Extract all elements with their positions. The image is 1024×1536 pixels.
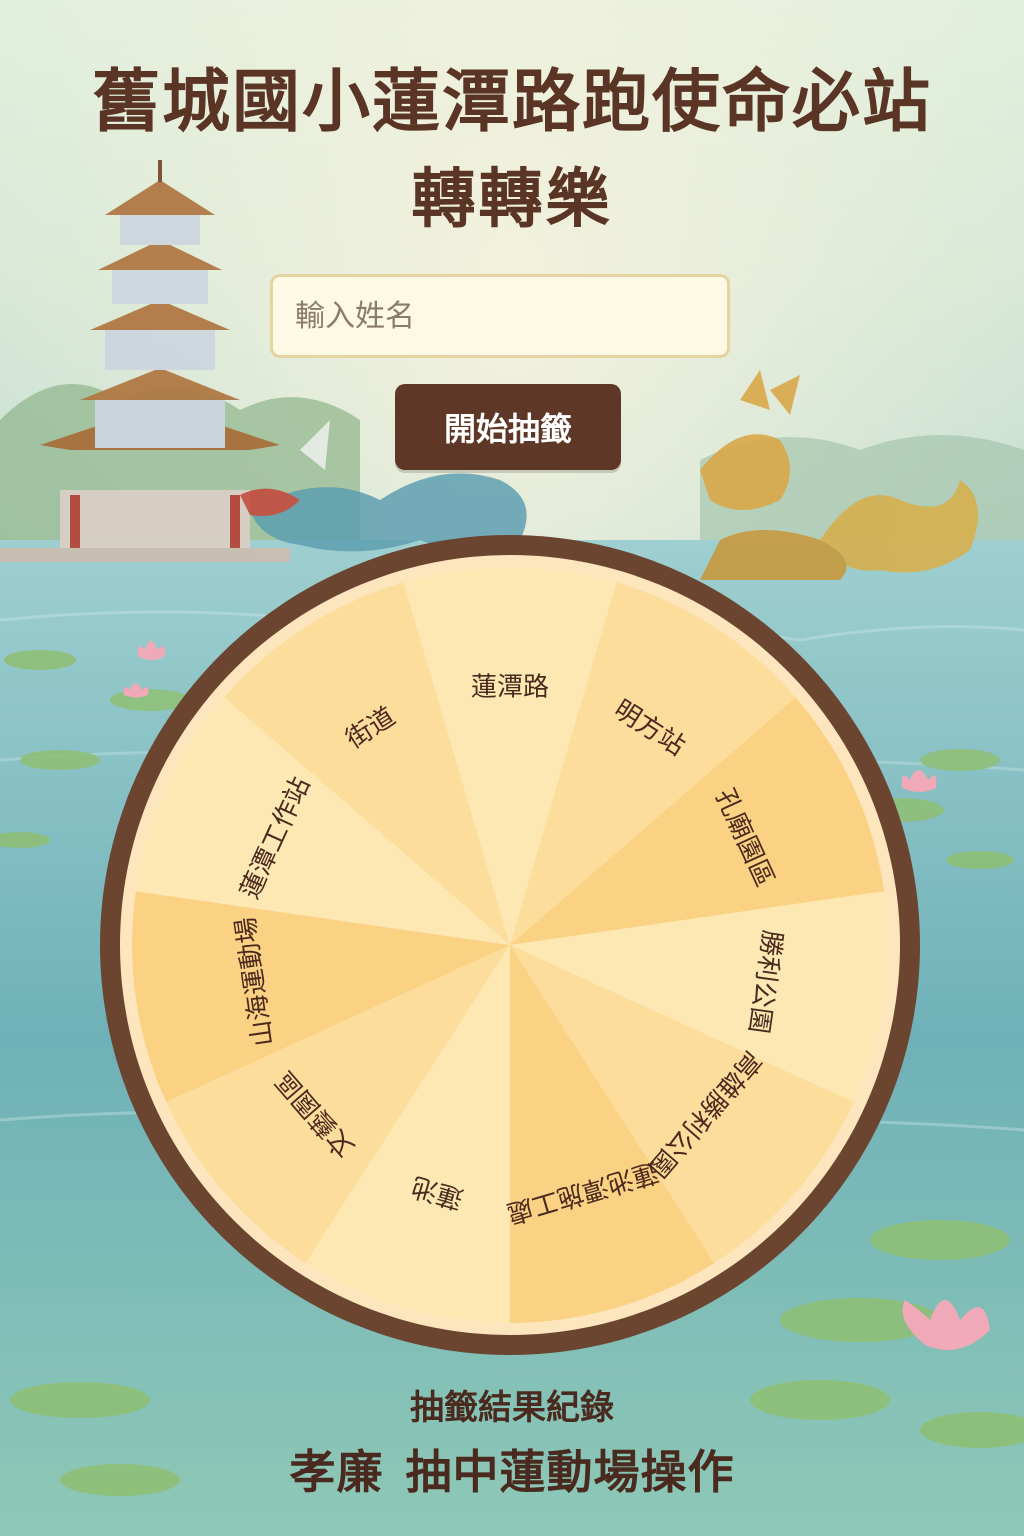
name-input[interactable] — [270, 274, 730, 358]
history-entry-result: 抽中蓮動場操作 — [405, 1445, 735, 1499]
wheel-segment-label: 蓮潭路 — [471, 672, 549, 702]
draw-button[interactable]: 開始抽籤 — [395, 384, 621, 470]
page-title: 舊城國小蓮潭路跑使命必站 — [91, 63, 932, 142]
history-title: 抽籤結果紀錄 — [410, 1388, 614, 1428]
prize-wheel-graphic: 蓮潭路明方站孔廟園區勝利公園高雄勝利公園蓮池潭施工處蓮池文藝園區山海運動場蓮潭工… — [100, 535, 920, 1355]
page-subtitle: 轉轉樂 — [411, 163, 613, 237]
history-entry-name: 孝廉 — [289, 1445, 384, 1499]
prize-wheel[interactable]: 蓮潭路 明方站 孔廟園區 勝利公園 高雄勝利公園 蓮池潭施工處 蓮池 文藝園區 山海運動場 蓮潭工… — [100, 535, 920, 1355]
history-entry: 孝廉 抽中蓮動場操作 — [0, 1436, 1024, 1502]
